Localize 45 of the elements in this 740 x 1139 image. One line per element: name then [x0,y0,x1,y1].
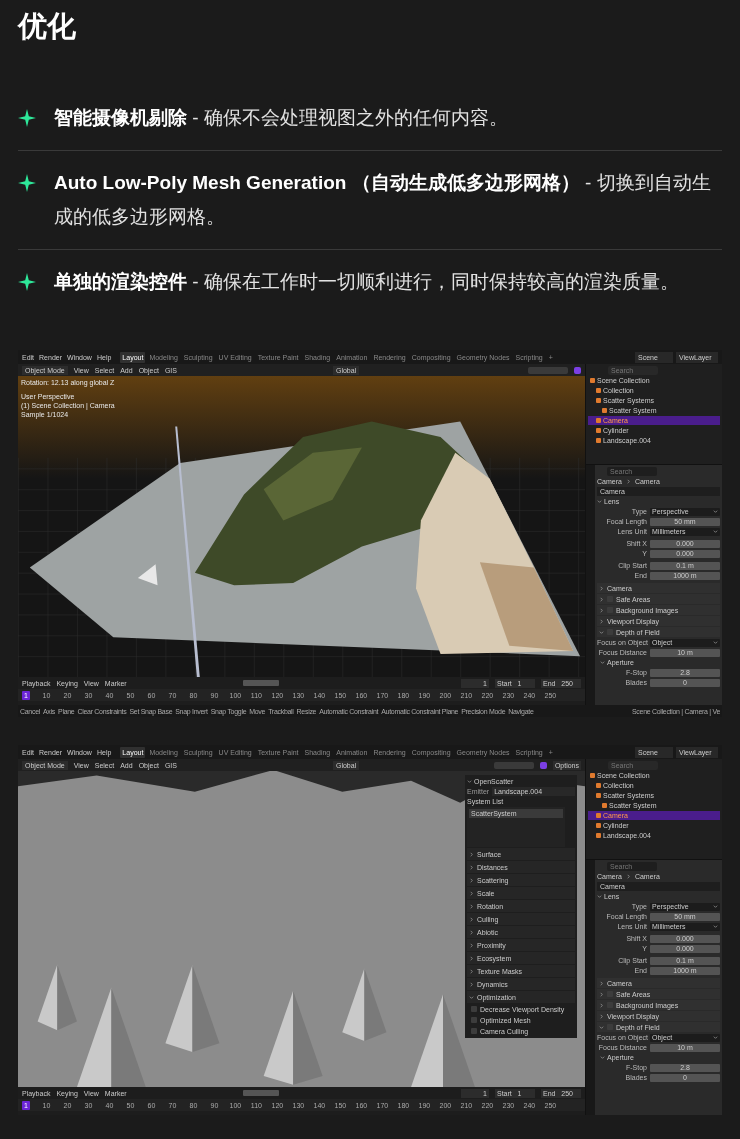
chevron-right-icon [469,903,474,909]
chevron-down-icon [713,904,718,909]
checkbox[interactable] [471,1028,477,1034]
chevron-right-icon [469,864,474,870]
chevron-down-icon [713,1035,718,1040]
properties-tabs[interactable] [586,860,595,1115]
chevron-right-icon [469,968,474,974]
feature-text: Auto Low-Poly Mesh Generation （自动生成低多边形网格） - 切换到自动生成的低多边形网格。 [54,171,712,229]
chevron-down-icon [469,994,474,1000]
playback-controls[interactable] [242,680,279,686]
chevron-right-icon [469,942,474,948]
shading-buttons[interactable] [493,761,534,769]
page-title: 优化 [18,9,77,44]
chevron-right-icon [469,877,474,883]
chevron-down-icon [600,1055,605,1060]
chevron-down-icon [599,629,604,635]
chevron-right-icon [469,981,474,987]
feature-text: 智能摄像机剔除 - 确保不会处理视图之外的任何内容。 [54,106,509,130]
chevron-down-icon [597,499,602,504]
properties-tabs[interactable] [586,465,595,705]
feature-text: 单独的渲染控件 - 确保在工作时一切顺利进行，同时保持较高的渲染质量。 [54,270,680,294]
checkbox[interactable] [471,1017,477,1023]
chevron-down-icon [713,529,718,534]
chevron-down-icon [600,660,605,665]
chevron-right-icon [469,851,474,857]
chevron-down-icon [597,894,602,899]
chevron-right-icon [625,479,631,484]
chevron-down-icon [713,640,718,645]
chevron-down-icon [467,779,472,784]
chevron-down-icon [599,1024,604,1030]
chevron-right-icon [469,955,474,961]
chevron-right-icon [469,890,474,896]
chevron-down-icon [713,509,718,514]
chevron-down-icon [713,924,718,929]
chevron-right-icon [469,929,474,935]
sparkle-icon [18,273,36,291]
sparkle-icon [18,109,36,127]
playback-controls[interactable] [242,1090,279,1096]
chevron-right-icon [625,874,631,879]
overlay-toggle[interactable] [574,366,581,374]
sparkle-icon [18,174,36,192]
chevron-right-icon [469,916,474,922]
shading-buttons[interactable] [528,366,568,374]
overlay-toggle[interactable] [539,761,547,769]
checkbox[interactable] [471,1006,477,1012]
